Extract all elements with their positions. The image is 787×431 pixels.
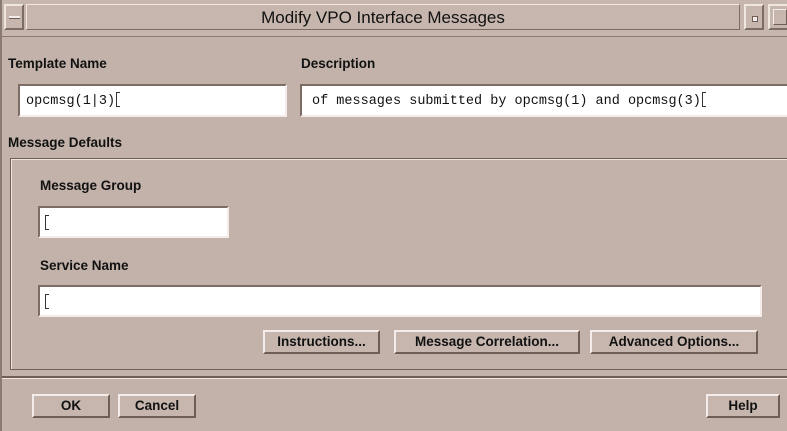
footer-separator bbox=[0, 376, 787, 379]
window-menu-button[interactable] bbox=[4, 4, 24, 30]
minimize-icon bbox=[752, 16, 758, 22]
description-field[interactable]: of messages submitted by opcmsg(1) and o… bbox=[300, 84, 787, 117]
maximize-button[interactable] bbox=[768, 4, 787, 30]
template-name-field[interactable]: opcmsg(1|3) bbox=[18, 84, 287, 117]
title-bar[interactable]: Modify VPO Interface Messages bbox=[0, 0, 787, 37]
ok-button[interactable]: OK bbox=[32, 394, 110, 418]
description-label: Description bbox=[301, 56, 376, 71]
service-name-field[interactable] bbox=[38, 285, 762, 317]
service-name-label: Service Name bbox=[40, 258, 129, 273]
help-button[interactable]: Help bbox=[706, 394, 780, 418]
text-cursor-icon bbox=[116, 92, 121, 107]
minimize-button[interactable] bbox=[744, 4, 764, 30]
dialog-window: Modify VPO Interface Messages Template N… bbox=[0, 0, 787, 431]
text-cursor-icon bbox=[45, 294, 49, 309]
text-cursor-icon bbox=[701, 92, 706, 107]
window-title: Modify VPO Interface Messages bbox=[261, 8, 505, 27]
text-cursor-icon bbox=[45, 215, 49, 230]
window-frame-edge bbox=[0, 0, 2, 431]
description-value: of messages submitted by opcmsg(1) and o… bbox=[312, 94, 701, 109]
message-group-field[interactable] bbox=[38, 206, 229, 238]
title-area[interactable]: Modify VPO Interface Messages bbox=[26, 4, 740, 30]
template-name-value: opcmsg(1|3) bbox=[26, 94, 116, 109]
advanced-options-button[interactable]: Advanced Options... bbox=[590, 330, 758, 354]
message-group-label: Message Group bbox=[40, 178, 142, 193]
maximize-icon bbox=[773, 9, 787, 25]
cancel-button[interactable]: Cancel bbox=[118, 394, 196, 418]
message-defaults-label: Message Defaults bbox=[8, 135, 123, 150]
window-menu-icon bbox=[9, 16, 20, 19]
template-name-label: Template Name bbox=[8, 56, 107, 71]
instructions-button[interactable]: Instructions... bbox=[263, 330, 380, 354]
message-correlation-button[interactable]: Message Correlation... bbox=[394, 330, 580, 354]
